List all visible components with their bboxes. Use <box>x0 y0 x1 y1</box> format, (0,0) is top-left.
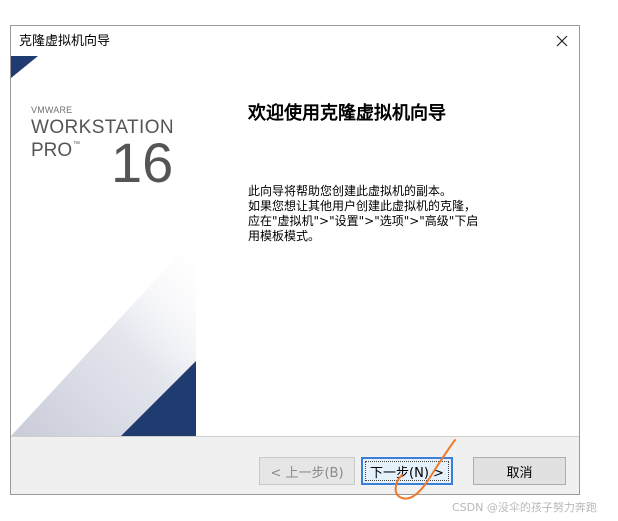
wizard-content: 欢迎使用克隆虚拟机向导 此向导将帮助您创建此虚拟机的副本。 如果您想让其他用户创… <box>196 56 579 436</box>
window-title: 克隆虚拟机向导 <box>19 34 111 49</box>
brand-version: 16 <box>111 131 174 194</box>
next-button-label: 下一步(N) > <box>370 465 444 481</box>
close-icon <box>556 35 568 47</box>
corner-triangle-top <box>11 56 38 78</box>
brand-trademark: ™ <box>73 141 80 148</box>
page: 克隆虚拟机向导 VMWARE WORKSTATION PRO ™ 16 欢迎使用… <box>0 0 618 521</box>
back-button-label: < 上一步(B) <box>270 465 344 481</box>
wizard-banner: VMWARE WORKSTATION PRO ™ 16 <box>11 56 196 436</box>
close-button[interactable] <box>549 30 575 52</box>
back-button[interactable]: < 上一步(B) <box>259 457 355 485</box>
brand-company: VMWARE <box>31 105 73 115</box>
focus-outline: 下一步(N) > <box>365 461 449 481</box>
description-line: 此向导将帮助您创建此虚拟机的副本。 <box>248 184 453 198</box>
clone-vm-wizard-dialog: 克隆虚拟机向导 VMWARE WORKSTATION PRO ™ 16 欢迎使用… <box>10 25 580 495</box>
title-bar: 克隆虚拟机向导 <box>11 26 579 56</box>
cancel-button[interactable]: 取消 <box>473 457 566 485</box>
wizard-description: 此向导将帮助您创建此虚拟机的副本。 如果您想让其他用户创建此虚拟机的克隆， 应在… <box>248 184 548 244</box>
description-line: 应在"虚拟机">"设置">"选项">"高级"下启 <box>248 214 479 228</box>
next-button[interactable]: 下一步(N) > <box>361 457 453 485</box>
description-line: 用模板模式。 <box>248 229 321 243</box>
watermark: CSDN @没伞的孩子努力奔跑 <box>452 501 597 514</box>
cancel-button-label: 取消 <box>506 465 533 481</box>
brand-edition: PRO <box>31 140 73 161</box>
button-bar: < 上一步(B) 下一步(N) > 取消 <box>11 437 579 494</box>
description-line: 如果您想让其他用户创建此虚拟机的克隆， <box>248 199 477 213</box>
wizard-heading: 欢迎使用克隆虚拟机向导 <box>248 103 446 124</box>
